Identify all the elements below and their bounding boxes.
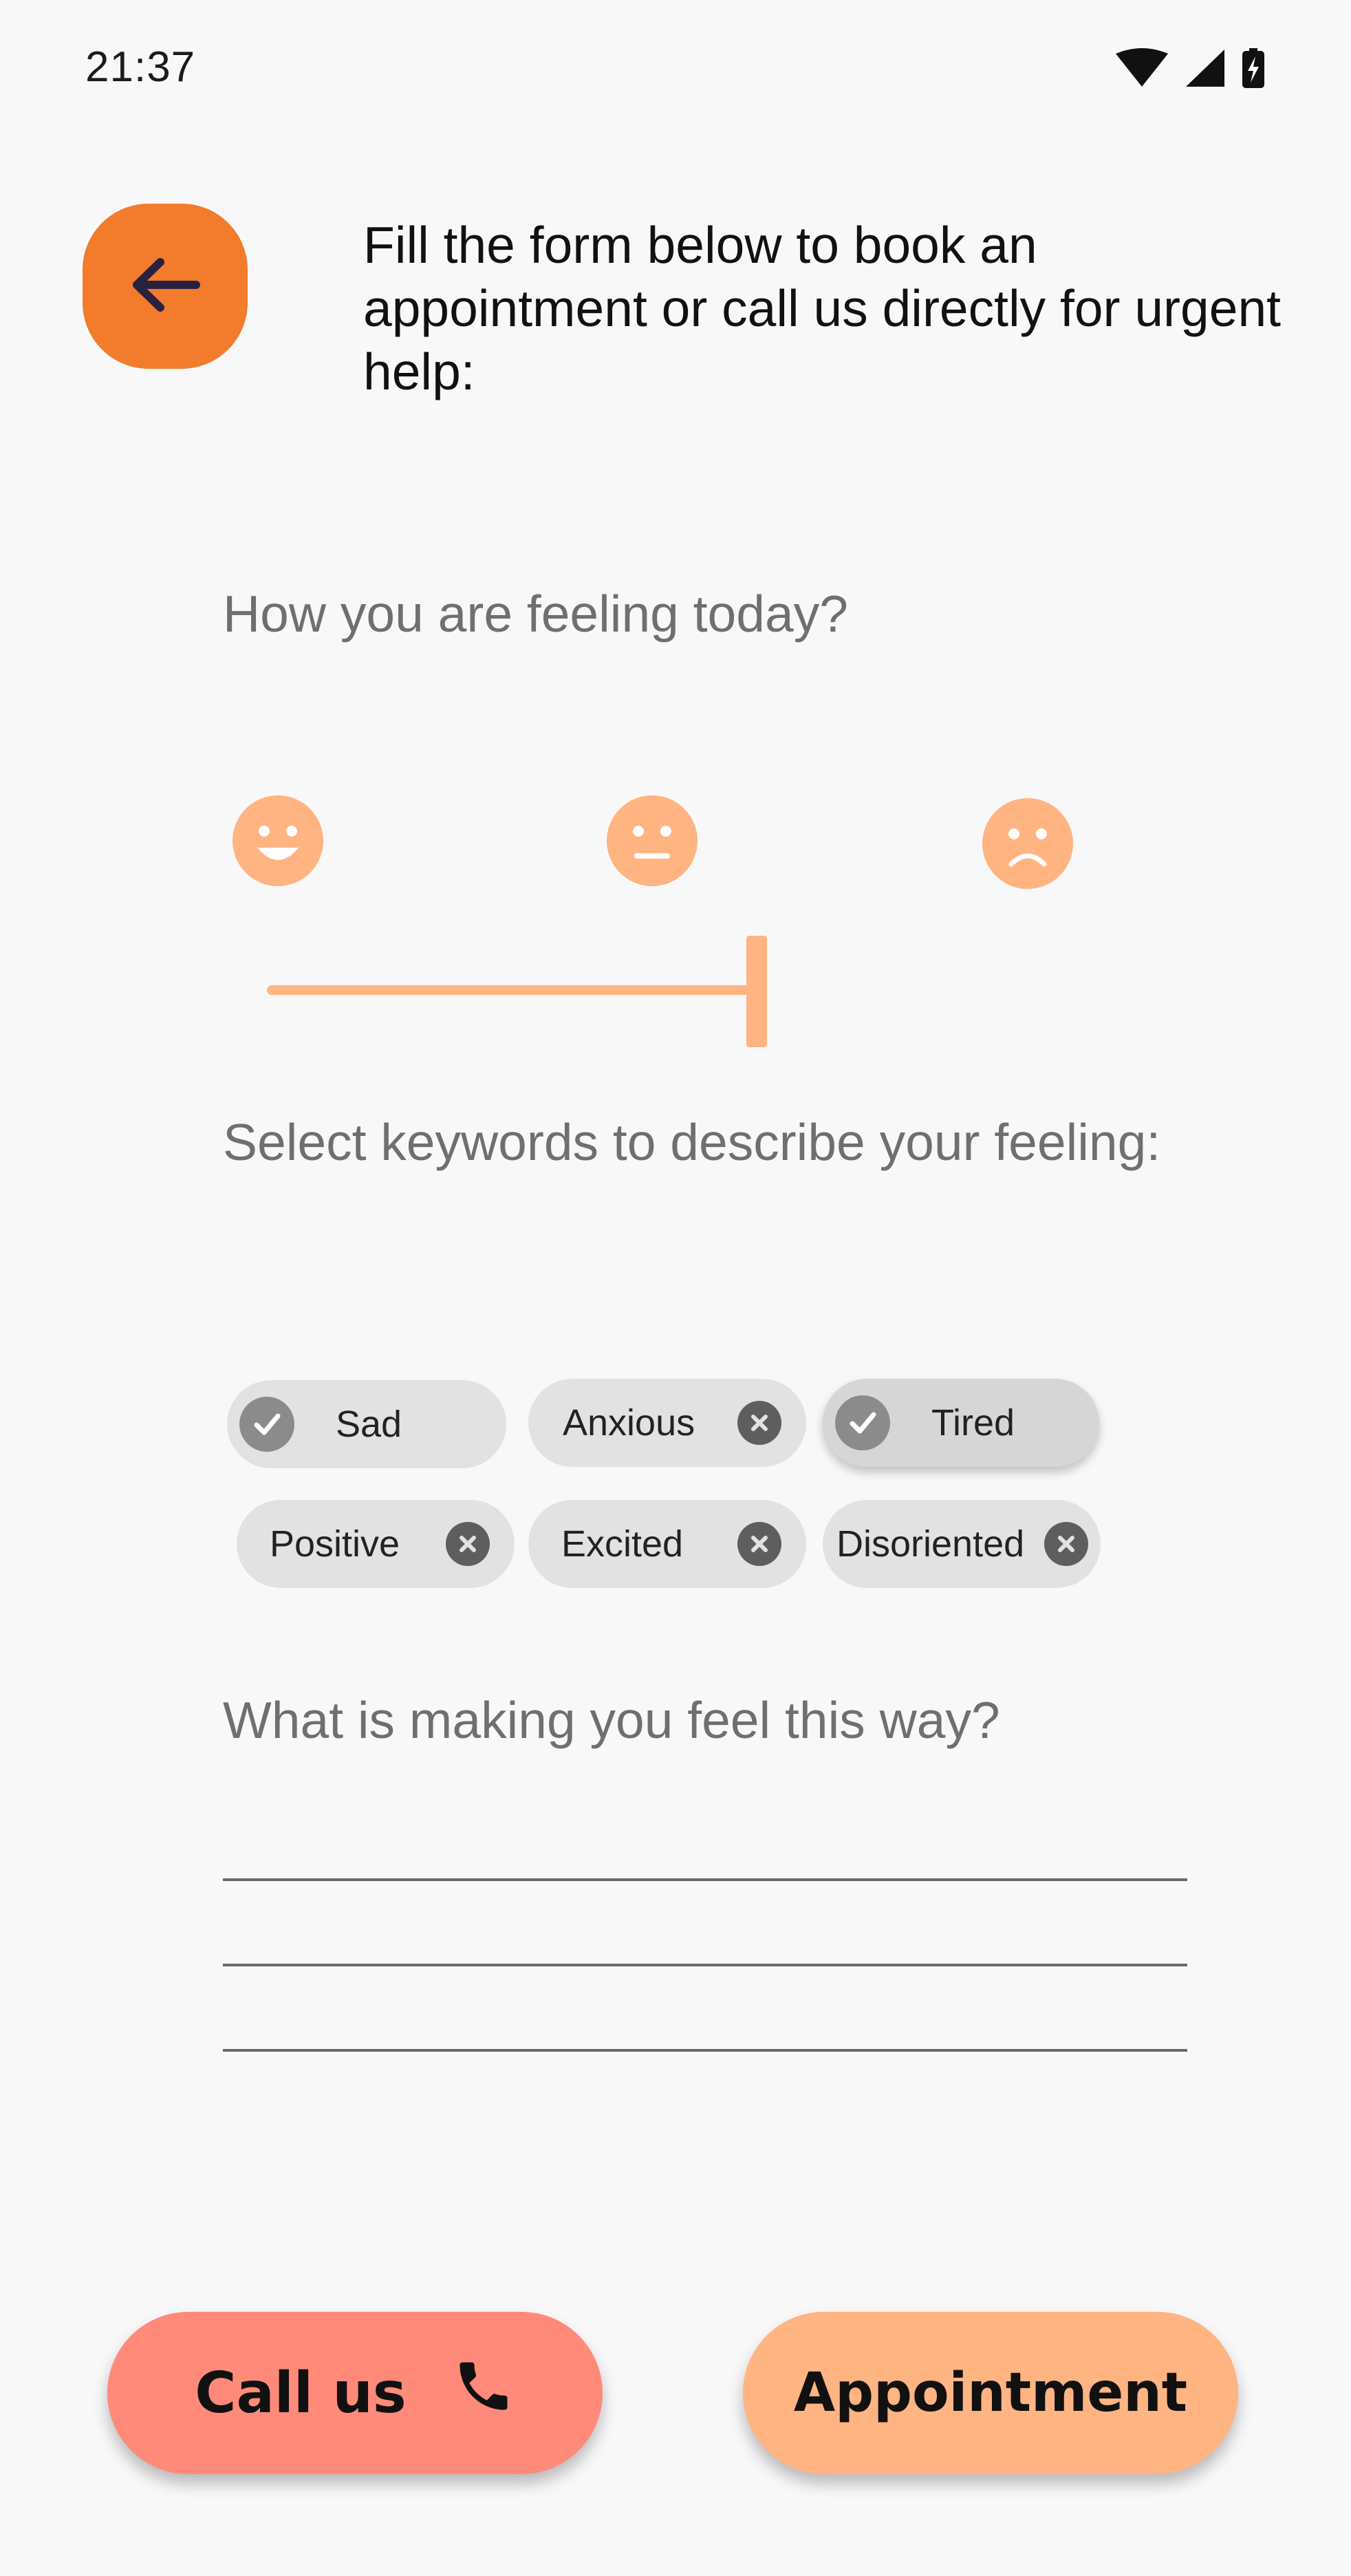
chip-sad[interactable]: Sad — [227, 1380, 506, 1468]
phone-icon — [452, 2354, 515, 2432]
keywords-question: Select keywords to describe your feeling… — [223, 1113, 1161, 1171]
close-icon[interactable] — [446, 1522, 490, 1566]
chip-label: Disoriented — [836, 1523, 1025, 1565]
appointment-button[interactable]: Appointment — [743, 2312, 1238, 2474]
sad-face-icon[interactable] — [982, 798, 1073, 889]
signal-icon — [1186, 50, 1224, 87]
status-icons — [1114, 48, 1273, 89]
call-us-button[interactable]: Call us — [107, 2312, 603, 2474]
chip-label: Anxious — [563, 1402, 695, 1443]
chip-anxious[interactable]: Anxious — [528, 1379, 806, 1467]
check-icon — [835, 1395, 890, 1450]
chip-disoriented[interactable]: Disoriented — [823, 1500, 1101, 1588]
mood-slider[interactable] — [261, 929, 770, 1053]
neutral-face-icon[interactable] — [607, 795, 698, 886]
status-time: 21:37 — [85, 43, 196, 91]
input-line[interactable] — [223, 2049, 1187, 2052]
appointment-label: Appointment — [793, 2362, 1188, 2424]
battery-charging-icon — [1242, 48, 1264, 88]
close-icon[interactable] — [1044, 1522, 1088, 1566]
chip-label: Tired — [931, 1402, 1015, 1443]
mood-question: How you are feeling today? — [223, 585, 848, 643]
happy-face-icon[interactable] — [233, 795, 323, 886]
back-button[interactable] — [83, 204, 248, 369]
input-line[interactable] — [223, 1878, 1187, 1881]
check-icon — [239, 1397, 294, 1452]
arrow-left-icon — [127, 254, 203, 319]
input-line[interactable] — [223, 1964, 1187, 1966]
chip-label: Sad — [336, 1404, 402, 1445]
header-instructions: Fill the form below to book an appointme… — [363, 216, 1281, 400]
close-icon[interactable] — [737, 1401, 781, 1445]
chip-positive[interactable]: Positive — [237, 1500, 515, 1588]
close-icon[interactable] — [737, 1522, 781, 1566]
wifi-icon — [1116, 48, 1168, 87]
call-us-label: Call us — [195, 2360, 407, 2426]
slider-thumb[interactable] — [746, 936, 767, 1047]
chip-label: Positive — [270, 1523, 400, 1565]
chip-label: Excited — [561, 1523, 684, 1565]
reason-question: What is making you feel this way? — [223, 1691, 1000, 1749]
chip-tired[interactable]: Tired — [823, 1379, 1099, 1467]
slider-track — [267, 985, 752, 995]
chip-excited[interactable]: Excited — [528, 1500, 806, 1588]
